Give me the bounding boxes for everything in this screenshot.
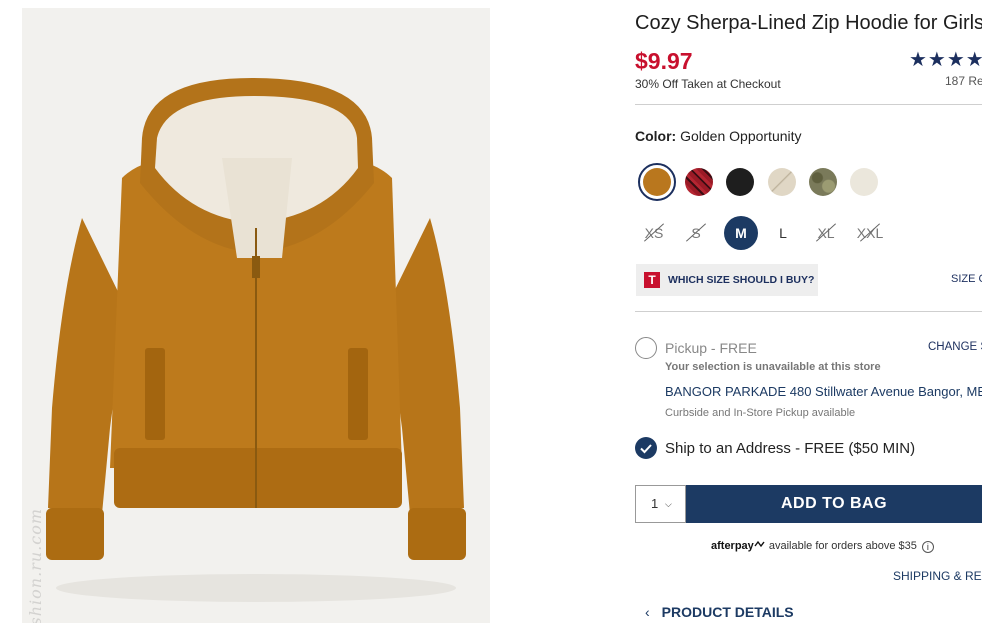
color-selected-value: Golden Opportunity [680,128,802,144]
pickup-label: Pickup - FREE [665,340,757,356]
quantity-value: 1 [651,496,659,511]
promo-text: 30% Off Taken at Checkout [635,77,781,91]
afterpay-text: available for orders above $35 [768,540,917,552]
size-xs[interactable]: XS [637,216,671,250]
swatch-tan-stripe[interactable] [768,168,796,196]
hoodie-illustration [46,78,466,602]
unavailable-message: Your selection is unavailable at this st… [665,361,881,373]
watermark-text: Fashion.ru.com [26,508,45,623]
product-price: $9.97 [635,48,693,74]
size-s[interactable]: S [679,216,713,250]
size-chart-link[interactable]: SIZE CHART [951,273,982,285]
product-details-toggle[interactable]: ‹ PRODUCT DETAILS [645,604,794,620]
reviews-link[interactable]: 187 Reviews [945,74,982,88]
afterpay-logo: afterpay [711,540,754,552]
color-label-title: Color: [635,128,677,144]
product-title: Cozy Sherpa-Lined Zip Hoodie for Girls [635,12,982,34]
info-icon[interactable]: i [921,541,934,553]
checkmark-icon [640,444,652,454]
shipping-returns-link[interactable]: SHIPPING & RETURNS [893,569,982,583]
size-xl[interactable]: XL [809,216,843,250]
product-details-label: PRODUCT DETAILS [661,604,794,620]
afterpay-note: afterpay available for orders above $35 … [711,540,934,553]
pickup-radio[interactable] [635,337,657,359]
store-link[interactable]: BANGOR PARKADE 480 Stillwater Avenue Ban… [665,384,982,399]
afterpay-arrows-icon [754,540,765,548]
swatch-golden[interactable] [643,168,671,196]
swatch-black[interactable] [726,168,754,196]
chevron-down-icon: ⌵ [665,499,672,509]
swatch-red-plaid[interactable] [685,168,713,196]
ship-radio-checked[interactable] [635,437,657,459]
size-l[interactable]: L [766,216,800,250]
product-image[interactable]: Fashion.ru.com [22,8,490,623]
color-label: Color: Golden Opportunity [635,128,802,144]
size-guide-button[interactable]: T WHICH SIZE SHOULD I BUY? [636,264,818,296]
divider [635,311,982,312]
divider [635,104,982,105]
rating-stars-icon[interactable]: ★★★★★ [909,47,982,72]
change-store-link[interactable]: CHANGE STORE [928,341,982,353]
quantity-select[interactable]: 1 ⌵ [635,485,686,523]
product-info-panel: Cozy Sherpa-Lined Zip Hoodie for Girls $… [635,0,982,623]
size-xxl[interactable]: XXL [853,216,887,250]
size-guide-label: WHICH SIZE SHOULD I BUY? [668,274,815,286]
swatch-cream[interactable] [850,168,878,196]
curbside-note: Curbside and In-Store Pickup available [665,407,856,419]
ship-label: Ship to an Address - FREE ($50 MIN) [665,440,916,457]
swatch-camo[interactable] [809,168,837,196]
size-m[interactable]: M [724,216,758,250]
true-fit-logo-icon: T [644,272,660,288]
add-to-bag-button[interactable]: ADD TO BAG [686,485,982,523]
chevron-left-icon: ‹ [645,604,650,620]
